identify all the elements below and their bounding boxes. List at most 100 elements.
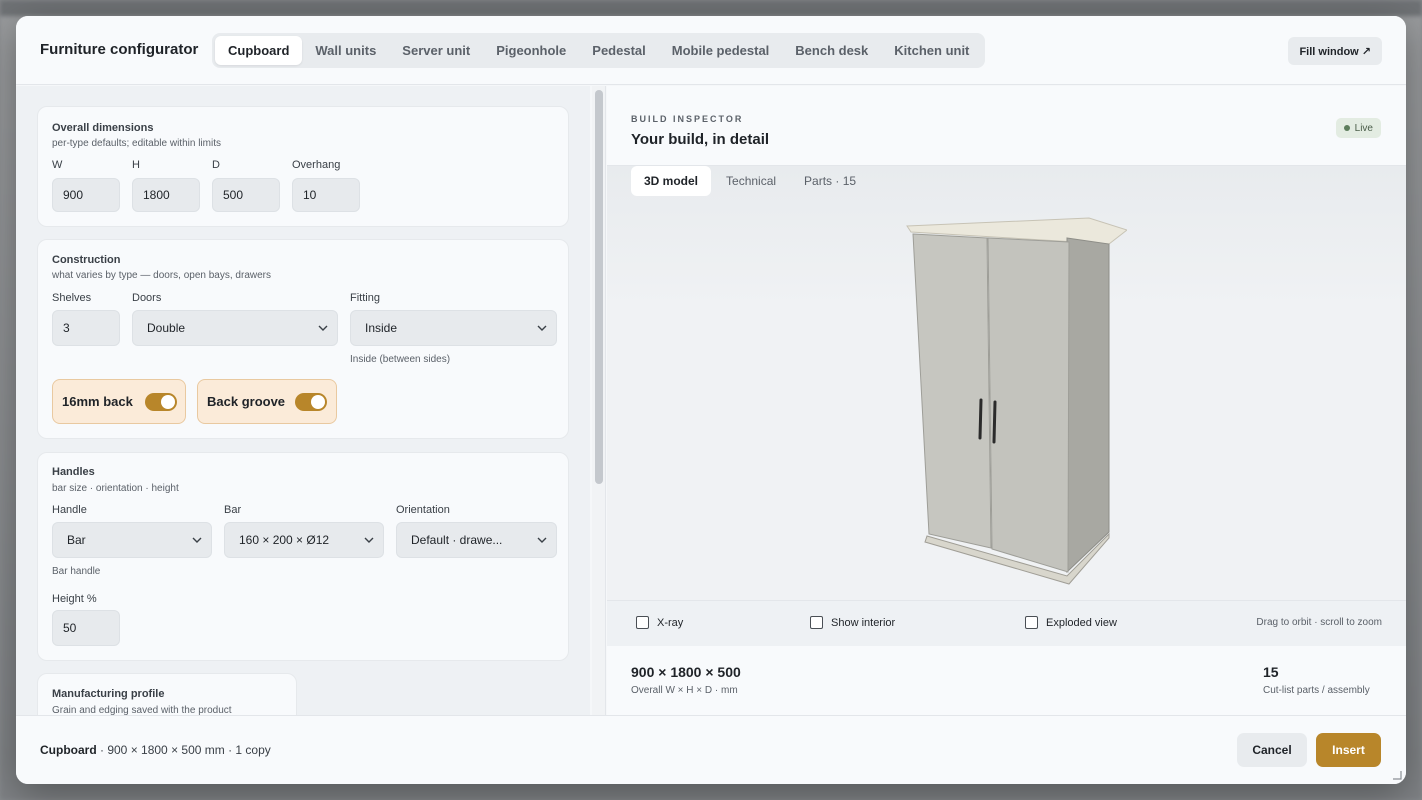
back-16mm-toggle[interactable]: 16mm back bbox=[52, 379, 186, 424]
settings-scrollbar[interactable] bbox=[592, 86, 606, 715]
dimensions-caption: Overall W × H × D · mm bbox=[631, 685, 738, 696]
construction-card: Construction what varies by type — doors… bbox=[37, 239, 569, 439]
toggle-switch[interactable] bbox=[145, 393, 177, 411]
chevron-down-icon bbox=[537, 325, 547, 331]
fitting-select[interactable]: Inside bbox=[350, 310, 557, 346]
tab-technical[interactable]: Technical bbox=[713, 166, 789, 196]
doors-label: Doors bbox=[132, 292, 162, 304]
settings-panel: Overall dimensions per-type defaults; ed… bbox=[16, 86, 590, 715]
summary-product: Cupboard bbox=[40, 743, 97, 757]
checkbox-icon[interactable] bbox=[810, 616, 823, 629]
live-dot-icon bbox=[1343, 125, 1350, 131]
overhang-input[interactable]: 10 bbox=[292, 178, 360, 212]
show-interior-checkbox[interactable]: Show interior bbox=[810, 616, 895, 629]
tab-wall-units[interactable]: Wall units bbox=[302, 36, 389, 65]
left-handle bbox=[978, 398, 983, 440]
parts-count: 15 bbox=[1263, 664, 1279, 680]
height-label: H bbox=[132, 159, 140, 171]
tab-mobile-pedestal[interactable]: Mobile pedestal bbox=[659, 36, 783, 65]
dialog-footer: Cupboard · 900 × 1800 × 500 mm · 1 copy … bbox=[16, 715, 1406, 784]
left-door bbox=[912, 233, 992, 549]
dimensions-value: 900 × 1800 × 500 bbox=[631, 664, 741, 680]
chevron-down-icon bbox=[364, 537, 374, 543]
viewer-controls: X-ray Show interior Exploded view Drag t… bbox=[607, 600, 1406, 646]
resize-grip-icon[interactable] bbox=[1392, 770, 1402, 780]
exploded-view-label: Exploded view bbox=[1046, 616, 1117, 629]
card-subtitle: per-type defaults; editable within limit… bbox=[52, 138, 221, 149]
cupboard-3d-model[interactable] bbox=[887, 216, 1127, 596]
orientation-select[interactable]: Default · drawe... bbox=[396, 522, 557, 558]
back-groove-toggle[interactable]: Back groove bbox=[197, 379, 337, 424]
insert-button[interactable]: Insert bbox=[1316, 733, 1381, 767]
width-input[interactable]: 900 bbox=[52, 178, 120, 212]
handle-hint: Bar handle bbox=[52, 566, 101, 577]
depth-input[interactable]: 500 bbox=[212, 178, 280, 212]
handle-label: Handle bbox=[52, 504, 87, 516]
tab-pedestal[interactable]: Pedestal bbox=[579, 36, 658, 65]
tab-pigeonhole[interactable]: Pigeonhole bbox=[483, 36, 579, 65]
card-subtitle: bar size · orientation · height bbox=[52, 483, 179, 494]
summary-details: · 900 × 1800 × 500 mm · 1 copy bbox=[96, 743, 271, 757]
fill-window-button[interactable]: Fill window ↗ bbox=[1288, 37, 1382, 65]
show-interior-label: Show interior bbox=[831, 616, 896, 629]
xray-checkbox[interactable]: X-ray bbox=[636, 616, 683, 629]
tab-server-unit[interactable]: Server unit bbox=[389, 36, 483, 65]
tab-bench-desk[interactable]: Bench desk bbox=[782, 36, 881, 65]
height-percent-label: Height % bbox=[52, 593, 97, 605]
right-handle bbox=[992, 400, 997, 444]
manufacturing-card: Manufacturing profile Grain and edging s… bbox=[37, 673, 297, 715]
height-input[interactable]: 1800 bbox=[132, 178, 200, 212]
xray-label: X-ray bbox=[657, 616, 684, 629]
card-title: Construction bbox=[52, 254, 121, 266]
bar-size-value: 160 × 200 × Ø12 bbox=[239, 533, 330, 547]
toggle-label: Back groove bbox=[207, 394, 286, 409]
scrollbar-thumb[interactable] bbox=[595, 90, 603, 484]
width-label: W bbox=[52, 159, 63, 171]
type-tabs: Cupboard Wall units Server unit Pigeonho… bbox=[212, 33, 986, 68]
build-inspector: BUILD INSPECTOR Your build, in detail Li… bbox=[607, 86, 1406, 715]
orientation-label: Orientation bbox=[396, 504, 450, 516]
doors-value: Double bbox=[147, 321, 186, 335]
inspector-title: Your build, in detail bbox=[631, 131, 770, 148]
shelves-label: Shelves bbox=[52, 292, 92, 304]
bar-label: Bar bbox=[224, 504, 242, 516]
cupboard-side bbox=[1066, 237, 1110, 574]
dialog-title: Furniture configurator bbox=[40, 41, 199, 58]
bar-size-select[interactable]: 160 × 200 × Ø12 bbox=[224, 522, 384, 558]
handles-card: Handles bar size · orientation · height … bbox=[37, 452, 569, 661]
fitting-label: Fitting bbox=[350, 292, 380, 304]
card-title: Handles bbox=[52, 466, 95, 478]
tab-cupboard[interactable]: Cupboard bbox=[215, 36, 303, 65]
exploded-view-checkbox[interactable]: Exploded view bbox=[1025, 616, 1117, 629]
chevron-down-icon bbox=[318, 325, 328, 331]
toggle-label: 16mm back bbox=[62, 394, 133, 409]
handle-value: Bar bbox=[67, 533, 86, 547]
dialog-header: Furniture configurator Cupboard Wall uni… bbox=[16, 16, 1406, 85]
fitting-value: Inside bbox=[365, 321, 398, 335]
build-summary: Cupboard · 900 × 1800 × 500 mm · 1 copy bbox=[40, 743, 271, 757]
checkbox-icon[interactable] bbox=[636, 616, 649, 629]
live-badge: Live bbox=[1335, 118, 1381, 138]
tab-kitchen-unit[interactable]: Kitchen unit bbox=[881, 36, 982, 65]
doors-select[interactable]: Double bbox=[132, 310, 338, 346]
viewer-tabs: 3D model Technical Parts · 15 bbox=[631, 166, 869, 196]
height-percent-input[interactable]: 50 bbox=[52, 610, 120, 646]
checkbox-icon[interactable] bbox=[1025, 616, 1038, 629]
tab-parts[interactable]: Parts · 15 bbox=[791, 166, 869, 196]
fitting-hint: Inside (between sides) bbox=[350, 354, 451, 365]
cancel-button[interactable]: Cancel bbox=[1237, 733, 1307, 767]
chevron-down-icon bbox=[192, 537, 202, 543]
model-viewer[interactable]: 3D model Technical Parts · 15 X-ray Show… bbox=[607, 165, 1406, 646]
chevron-down-icon bbox=[537, 537, 547, 543]
orientation-value: Default · drawe... bbox=[411, 533, 503, 547]
live-label: Live bbox=[1354, 122, 1373, 134]
shelves-input[interactable]: 3 bbox=[52, 310, 120, 346]
overall-dimensions-card: Overall dimensions per-type defaults; ed… bbox=[37, 106, 569, 227]
card-subtitle: Grain and edging saved with the product bbox=[52, 705, 232, 715]
depth-label: D bbox=[212, 159, 220, 171]
card-title: Manufacturing profile bbox=[52, 688, 165, 700]
handle-select[interactable]: Bar bbox=[52, 522, 212, 558]
overhang-label: Overhang bbox=[292, 159, 341, 171]
tab-3d-model[interactable]: 3D model bbox=[631, 166, 712, 196]
toggle-switch[interactable] bbox=[295, 393, 327, 411]
